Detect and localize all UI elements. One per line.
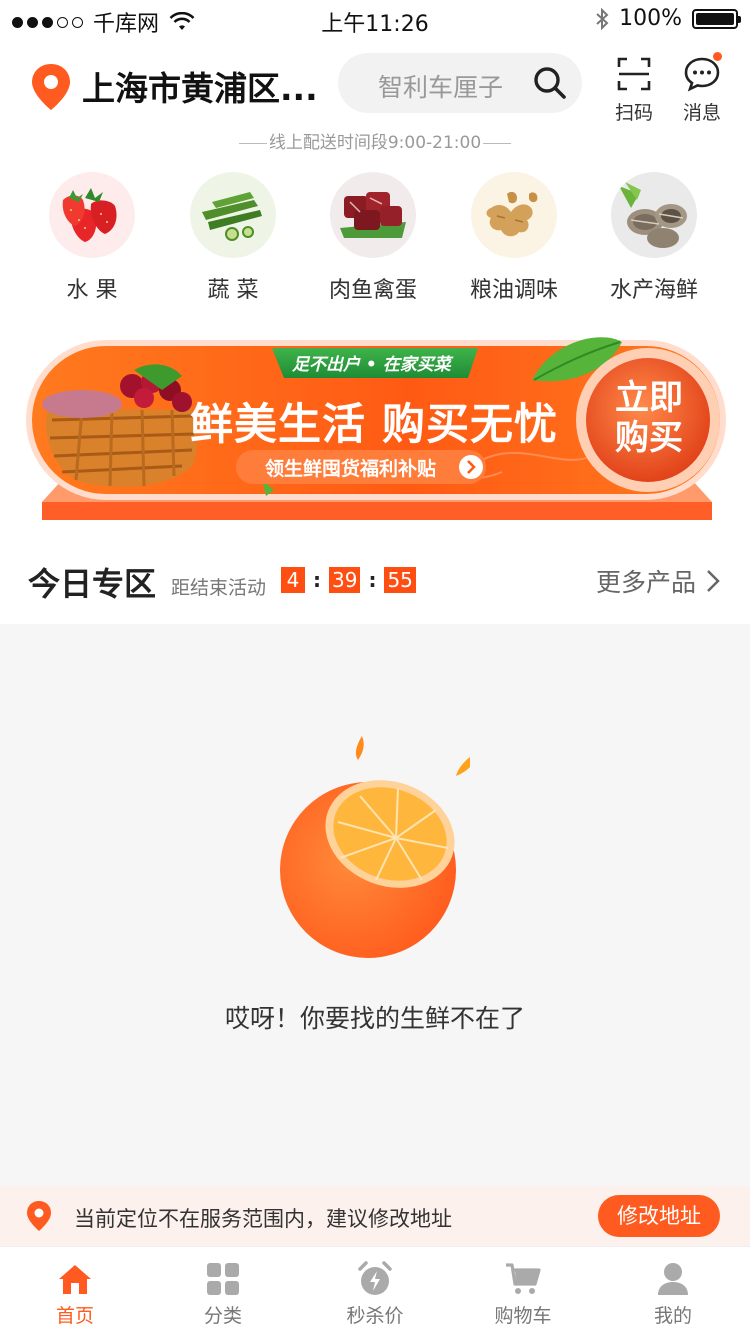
banner-buy-button[interactable]: 立即 购买 [594,378,704,458]
scan-icon [617,57,651,91]
tab-label: 首页 [55,1305,94,1327]
tab-label: 分类 [203,1305,242,1327]
search-input[interactable]: 智利车厘子 [378,68,503,104]
category-label: 水 果 [66,278,118,303]
category-meat[interactable]: 肉鱼禽蛋 [303,172,443,304]
category-seafood[interactable]: 水产海鲜 [584,172,724,304]
more-products-link[interactable]: 更多产品 [596,563,720,599]
tab-flash-sale[interactable]: 秒杀价 [300,1247,450,1334]
okra-icon [190,172,276,258]
meat-icon [330,172,416,258]
bluetooth-icon [596,7,609,30]
location-pin-icon[interactable] [30,62,72,112]
promo-banner[interactable]: 足不出户 • 在家买菜 鲜美生活 购买无忧 领生鲜囤货福利补贴 立即 购买 [22,330,730,530]
category-fruit[interactable]: 水 果 [22,172,162,304]
message-button[interactable]: 消息 [678,52,726,125]
edit-address-button[interactable]: 修改地址 [598,1195,720,1237]
category-label: 蔬 菜 [207,278,259,303]
chevron-right-icon [707,570,720,592]
category-icon [207,1263,239,1295]
tab-profile[interactable]: 我的 [598,1247,748,1334]
orange-icon [280,736,470,958]
tab-label: 秒杀价 [346,1305,404,1327]
chevron-right-icon [459,455,483,479]
banner-cta-line2: 购买 [615,418,683,458]
cart-icon [506,1263,541,1294]
category-label: 水产海鲜 [609,278,698,303]
category-label: 粮油调味 [469,278,558,303]
battery-percent: 100% [619,6,682,31]
category-vegetable[interactable]: 蔬 菜 [163,172,303,304]
category-grain-oil[interactable]: 粮油调味 [444,172,584,304]
countdown-hours: 4 [281,567,305,593]
scan-button[interactable]: 扫码 [610,56,658,125]
search-icon[interactable] [532,65,568,101]
home-icon [59,1265,91,1294]
location-warning-text: 当前定位不在服务范围内，建议修改地址 [74,1207,452,1231]
banner-tag: 足不出户 • 在家买菜 [292,355,451,375]
ginger-icon [471,172,557,258]
battery-icon [692,8,741,29]
location-selector[interactable]: 上海市黄浦区... [82,62,327,110]
location-warning-bar: 当前定位不在服务范围内，建议修改地址 修改地址 [0,1186,750,1246]
today-section-header: 今日专区 距结束活动 4 : 39 : 55 更多产品 [0,555,750,615]
tab-label: 我的 [653,1305,692,1327]
search-bar[interactable]: 智利车厘子 [338,53,582,113]
message-icon [684,57,720,92]
category-row: 水 果 蔬 菜 肉鱼禽蛋 粮油调味 水产海鲜 [0,172,750,312]
app-screen: 千库网 上午11:26 100% 上海市黄浦区... 智利车厘子 扫码 消息 线… [0,0,750,1334]
banner-subline: 领生鲜囤货福利补贴 [265,458,437,480]
location-pin-icon [27,1201,51,1231]
top-header: 上海市黄浦区... 智利车厘子 扫码 消息 [0,50,750,124]
countdown-seconds: 55 [384,567,416,593]
delivery-time-note: 线上配送时间段9:00-21:00 [0,128,750,153]
banner-cta-line1: 立即 [615,378,683,418]
status-bar: 千库网 上午11:26 100% [0,0,750,40]
alarm-icon [358,1261,392,1295]
unread-badge [713,52,722,61]
strawberry-icon [49,172,135,258]
countdown-timer: 4 : 39 : 55 [281,567,416,593]
tab-label: 购物车 [494,1305,552,1327]
user-icon [658,1263,688,1295]
empty-message: 哎呀！你要找的生鲜不在了 [224,1004,525,1033]
today-subtitle: 距结束活动 [171,577,267,599]
tab-category[interactable]: 分类 [148,1247,298,1334]
category-label: 肉鱼禽蛋 [328,278,417,303]
scan-label: 扫码 [614,102,653,124]
clam-icon [611,172,697,258]
tab-home[interactable]: 首页 [0,1247,150,1334]
tab-cart[interactable]: 购物车 [448,1247,598,1334]
empty-state: 哎呀！你要找的生鲜不在了 [0,624,750,1186]
more-products-label: 更多产品 [595,568,696,597]
today-title: 今日专区 [28,565,157,603]
message-label: 消息 [682,102,721,124]
countdown-minutes: 39 [329,567,361,593]
bottom-tab-bar: 首页 分类 秒杀价 购物车 我的 [0,1246,750,1334]
banner-headline: 鲜美生活 购买无忧 [190,400,558,450]
